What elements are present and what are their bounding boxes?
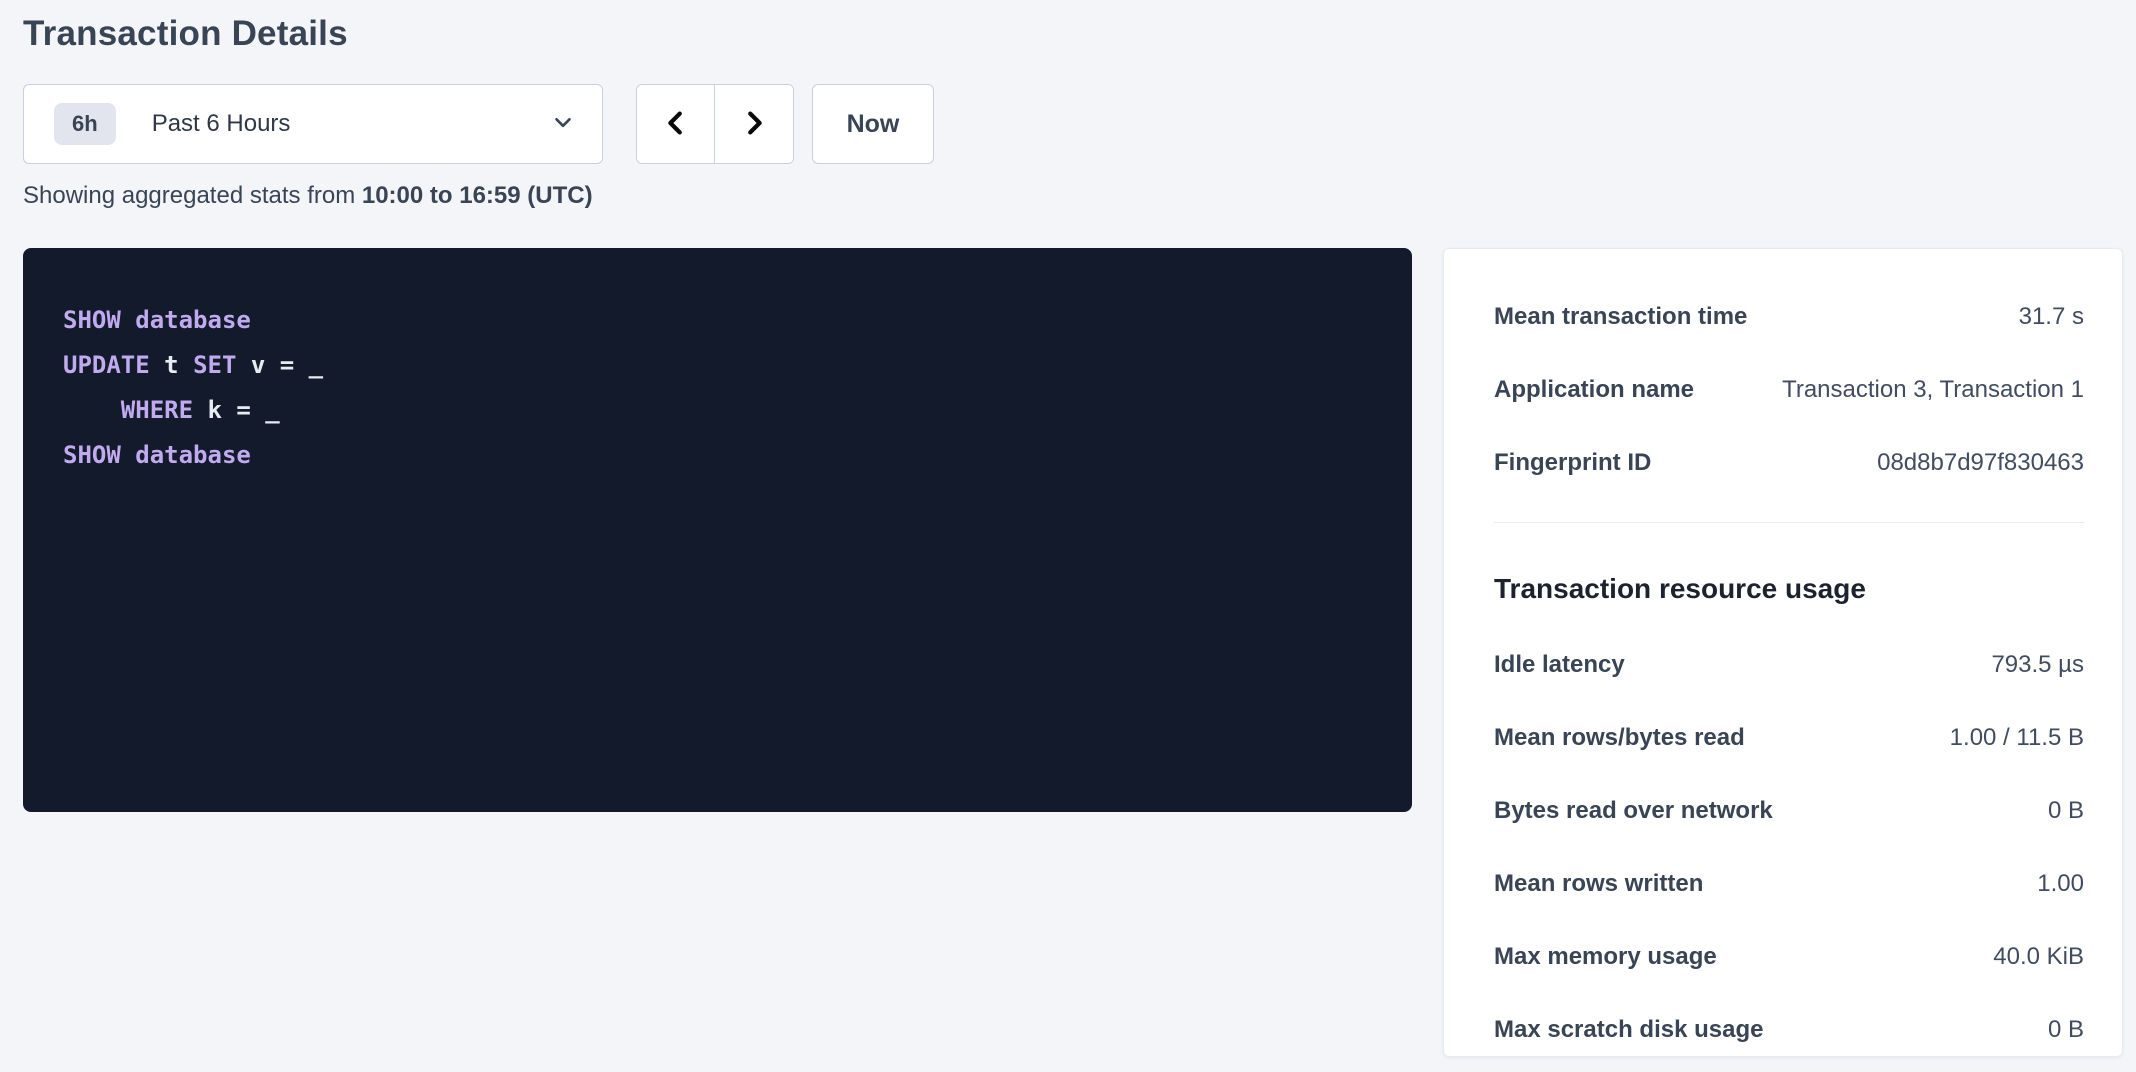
time-nav-group bbox=[636, 84, 794, 164]
sql-code-line: UPDATE t SET v = _ bbox=[63, 343, 1372, 388]
prev-time-button[interactable] bbox=[637, 85, 715, 163]
stats-line-range: 10:00 to 16:59 (UTC) bbox=[362, 182, 593, 209]
sql-code: SHOW databaseUPDATE t SET v = _ WHERE k … bbox=[63, 298, 1372, 478]
resource-rows: Idle latency 793.5 µs Mean rows/bytes re… bbox=[1494, 651, 2084, 1044]
detail-value: 08d8b7d97f830463 bbox=[1877, 449, 2084, 477]
sql-statement-box: SHOW databaseUPDATE t SET v = _ WHERE k … bbox=[23, 248, 1412, 812]
detail-row: Max scratch disk usage 0 B bbox=[1494, 1016, 2084, 1044]
detail-value: 1.00 / 11.5 B bbox=[1950, 724, 2084, 752]
transaction-details-page: Transaction Details 6h Past 6 Hours bbox=[0, 0, 2136, 1072]
page-title: Transaction Details bbox=[23, 14, 2123, 54]
panel-divider bbox=[1494, 522, 2084, 523]
detail-value: 31.7 s bbox=[2019, 303, 2084, 331]
detail-row: Max memory usage 40.0 KiB bbox=[1494, 943, 2084, 971]
sql-code-line: WHERE k = _ bbox=[63, 388, 1372, 433]
aggregated-stats-line: Showing aggregated stats from 10:00 to 1… bbox=[23, 182, 2123, 210]
detail-label: Fingerprint ID bbox=[1494, 449, 1651, 477]
time-range-dropdown[interactable]: 6h Past 6 Hours bbox=[23, 84, 603, 164]
detail-label: Max memory usage bbox=[1494, 943, 1717, 971]
stats-line-prefix: Showing aggregated stats from bbox=[23, 182, 362, 209]
time-controls-row: 6h Past 6 Hours bbox=[23, 84, 2123, 164]
detail-row: Mean transaction time 31.7 s bbox=[1494, 303, 2084, 331]
detail-value: 0 B bbox=[2048, 797, 2084, 825]
detail-value: 793.5 µs bbox=[1991, 651, 2084, 679]
detail-row: Mean rows/bytes read 1.00 / 11.5 B bbox=[1494, 724, 2084, 752]
time-range-badge: 6h bbox=[54, 103, 116, 145]
sql-code-line: SHOW database bbox=[63, 433, 1372, 478]
detail-row: Idle latency 793.5 µs bbox=[1494, 651, 2084, 679]
detail-row: Fingerprint ID 08d8b7d97f830463 bbox=[1494, 449, 2084, 477]
detail-value: 40.0 KiB bbox=[1993, 943, 2084, 971]
sql-code-line: SHOW database bbox=[63, 298, 1372, 343]
detail-label: Max scratch disk usage bbox=[1494, 1016, 1763, 1044]
detail-row: Mean rows written 1.00 bbox=[1494, 870, 2084, 898]
detail-label: Bytes read over network bbox=[1494, 797, 1773, 825]
detail-label: Application name bbox=[1494, 376, 1694, 404]
main-content-row: SHOW databaseUPDATE t SET v = _ WHERE k … bbox=[23, 248, 2123, 1057]
resource-usage-heading: Transaction resource usage bbox=[1494, 573, 2084, 605]
now-button[interactable]: Now bbox=[812, 84, 934, 164]
detail-label: Mean rows written bbox=[1494, 870, 1703, 898]
detail-value: 1.00 bbox=[2037, 870, 2084, 898]
detail-row: Bytes read over network 0 B bbox=[1494, 797, 2084, 825]
detail-value: 0 B bbox=[2048, 1016, 2084, 1044]
detail-label: Idle latency bbox=[1494, 651, 1625, 679]
summary-rows: Mean transaction time 31.7 s Application… bbox=[1494, 303, 2084, 477]
chevron-right-icon bbox=[739, 104, 769, 145]
transaction-details-panel: Mean transaction time 31.7 s Application… bbox=[1443, 248, 2123, 1057]
chevron-left-icon bbox=[661, 104, 691, 145]
detail-label: Mean rows/bytes read bbox=[1494, 724, 1745, 752]
detail-label: Mean transaction time bbox=[1494, 303, 1747, 331]
time-range-label: Past 6 Hours bbox=[152, 110, 550, 138]
next-time-button[interactable] bbox=[715, 85, 793, 163]
chevron-down-icon bbox=[550, 109, 576, 140]
detail-row: Application name Transaction 3, Transact… bbox=[1494, 376, 2084, 404]
detail-value: Transaction 3, Transaction 1 bbox=[1782, 376, 2084, 404]
